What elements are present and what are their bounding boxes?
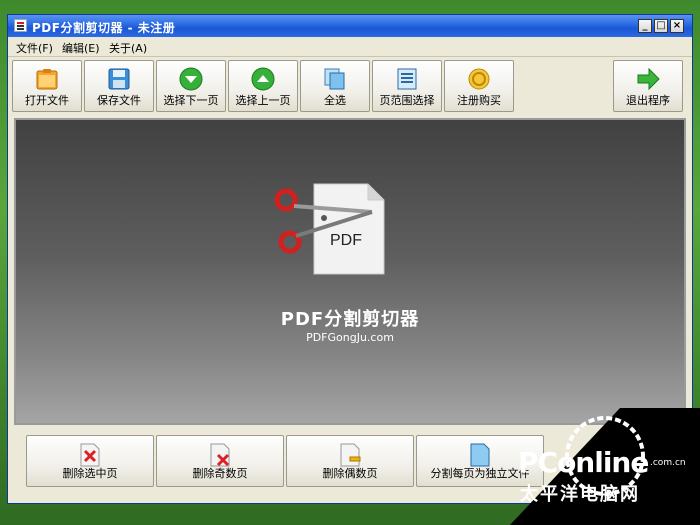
- toolbar: 打开文件 保存文件 选择下一页 选择上一页 全选 页范围选择 注册购买 退出程序: [8, 57, 692, 113]
- exit-program-button[interactable]: 退出程序: [613, 60, 683, 112]
- app-icon[interactable]: [14, 19, 27, 32]
- prev-page-button[interactable]: 选择上一页: [228, 60, 298, 112]
- delete-even-pages-button[interactable]: 删除偶数页: [286, 435, 414, 487]
- page-range-label: 页范围选择: [379, 94, 435, 107]
- save-file-button[interactable]: 保存文件: [84, 60, 154, 112]
- product-name: PDF分割剪切器: [280, 309, 420, 330]
- select-all-pages-icon: [324, 68, 345, 90]
- open-file-button[interactable]: 打开文件: [12, 60, 82, 112]
- watermark-brand: PConline: [518, 446, 649, 479]
- pconline-watermark: PConline .com.cn 太平洋电脑网: [510, 408, 700, 525]
- menu-bar: 文件(F) 编辑(E) 关于(A): [8, 37, 692, 57]
- watermark-domain: .com.cn: [650, 458, 686, 468]
- page-range-button[interactable]: 页范围选择: [372, 60, 442, 112]
- register-buy-label: 注册购买: [457, 94, 501, 107]
- close-button[interactable]: ×: [670, 19, 684, 33]
- register-buy-button[interactable]: 注册购买: [444, 60, 514, 112]
- floppy-disk-icon: [108, 68, 130, 90]
- menu-file[interactable]: 文件(F): [16, 40, 53, 56]
- select-all-label: 全选: [324, 94, 346, 107]
- menu-edit[interactable]: 编辑(E): [62, 40, 100, 56]
- save-file-label: 保存文件: [97, 94, 141, 107]
- logo-text: PDF: [330, 232, 362, 249]
- minimize-button[interactable]: _: [638, 19, 652, 33]
- arrow-right-icon: [637, 67, 660, 91]
- prev-page-label: 选择上一页: [235, 94, 291, 107]
- product-url: PDFGongJu.com: [306, 331, 394, 344]
- next-page-label: 选择下一页: [163, 94, 219, 107]
- title-bar[interactable]: PDF分割剪切器 - 未注册 _ □ ×: [8, 15, 692, 37]
- delete-selected-page-label: 删除选中页: [62, 467, 118, 480]
- folder-open-icon: [36, 69, 58, 90]
- delete-odd-pages-button[interactable]: 删除奇数页: [156, 435, 284, 487]
- page-range-icon: [397, 68, 417, 90]
- exit-program-label: 退出程序: [626, 94, 670, 107]
- arrow-down-circle-icon: [179, 67, 203, 91]
- window-title: PDF分割剪切器 - 未注册: [32, 21, 176, 35]
- watermark-chinese: 太平洋电脑网: [520, 484, 640, 505]
- delete-even-pages-label: 删除偶数页: [322, 467, 378, 480]
- open-file-label: 打开文件: [25, 94, 69, 107]
- select-all-button[interactable]: 全选: [300, 60, 370, 112]
- pdf-scissors-logo-icon: PDF: [274, 183, 385, 275]
- menu-about[interactable]: 关于(A): [109, 40, 147, 56]
- delete-odd-pages-label: 删除奇数页: [192, 467, 248, 480]
- document-display-area[interactable]: PDF PDF分割剪切器 PDFGongJu.com: [14, 118, 686, 425]
- arrow-up-circle-icon: [251, 67, 275, 91]
- coin-icon: [468, 68, 490, 90]
- next-page-button[interactable]: 选择下一页: [156, 60, 226, 112]
- delete-selected-page-button[interactable]: 删除选中页: [26, 435, 154, 487]
- maximize-button[interactable]: □: [654, 19, 668, 33]
